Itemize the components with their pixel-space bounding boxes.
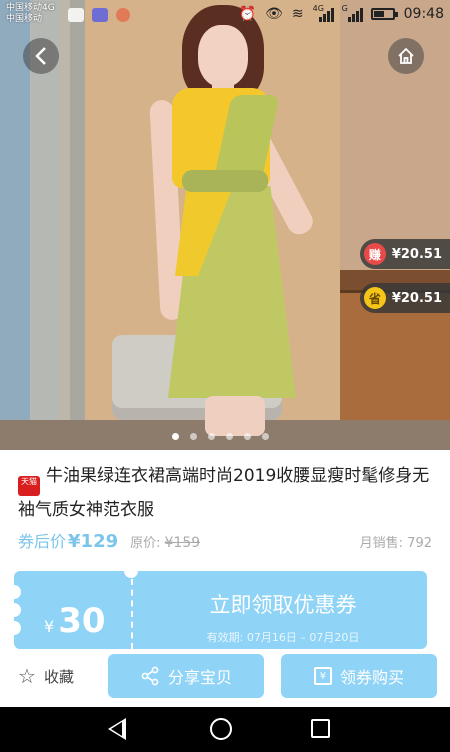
clock: 09:48 bbox=[403, 6, 444, 22]
app-notification-icon bbox=[92, 8, 108, 22]
back-button[interactable] bbox=[23, 38, 59, 74]
share-icon bbox=[141, 666, 159, 686]
eye-icon: 👁 bbox=[265, 6, 283, 22]
after-coupon-label: 券后价 bbox=[18, 532, 67, 551]
coupon-icon: ¥ bbox=[313, 667, 332, 685]
notification-icons bbox=[68, 8, 130, 22]
share-label: 分享宝贝 bbox=[167, 668, 232, 687]
coupon-divider bbox=[131, 579, 133, 649]
system-icons: ⏰ 👁 ≋ 4G G 09:48 bbox=[238, 4, 444, 22]
star-icon: ☆ bbox=[18, 664, 36, 688]
coupon-value: 30 bbox=[58, 601, 106, 641]
gallery-notification-icon bbox=[68, 8, 84, 22]
product-title: 天猫 牛油果绿连衣裙高端时尚2019收腰显瘦时髦修身无袖气质女神范衣服 bbox=[18, 462, 438, 524]
system-recents-icon[interactable] bbox=[311, 719, 330, 738]
tmall-logo-icon: 天猫 bbox=[18, 476, 40, 496]
original-price: ¥159 bbox=[164, 535, 201, 551]
coupon-notch bbox=[124, 571, 138, 578]
price-row: 券后价 ¥129 原价: ¥159 月销售: 792 bbox=[18, 528, 432, 554]
coupon-currency: ¥ bbox=[44, 617, 55, 636]
carrier-info: 中国移动4G 中国移动 bbox=[6, 3, 55, 25]
status-bar: 中国移动4G 中国移动 ⏰ 👁 ≋ 4G G 09:48 bbox=[0, 0, 450, 30]
alarm-icon: ⏰ bbox=[238, 6, 257, 22]
system-nav-bar bbox=[0, 707, 450, 752]
buy-label: 领券购买 bbox=[339, 668, 404, 687]
favorite-label: 收藏 bbox=[43, 667, 74, 686]
carrier-primary: 中国移动4G bbox=[6, 3, 55, 13]
monthly-sales: 月销售: 792 bbox=[359, 536, 432, 551]
battery-icon bbox=[370, 8, 398, 20]
coupon-notch bbox=[14, 621, 21, 635]
system-home-icon[interactable] bbox=[210, 718, 232, 740]
carousel-dot[interactable] bbox=[226, 433, 233, 440]
claim-coupon-button[interactable]: 立即领取优惠券 bbox=[149, 589, 417, 619]
coupon-amount: ¥ 30 bbox=[44, 601, 106, 641]
home-button[interactable] bbox=[388, 38, 424, 74]
favorite-button[interactable]: ☆ 收藏 bbox=[18, 664, 74, 688]
model-legs bbox=[205, 396, 265, 436]
after-coupon-price: ¥129 bbox=[68, 531, 119, 552]
signal-icon: 4G bbox=[312, 4, 334, 22]
earn-amount: ¥20.51 bbox=[391, 246, 442, 262]
earn-icon: 赚 bbox=[363, 243, 386, 265]
model-face bbox=[198, 25, 248, 87]
carousel-dot[interactable] bbox=[262, 433, 269, 440]
coupon-card[interactable]: ¥ 30 立即领取优惠券 有效期: 07月16日 – 07月20日 bbox=[14, 571, 427, 649]
network-type-label-2: G bbox=[341, 4, 348, 13]
earn-badge[interactable]: 赚 ¥20.51 bbox=[359, 239, 450, 269]
carousel-dot[interactable] bbox=[172, 433, 179, 440]
network-type-label: 4G bbox=[312, 4, 324, 13]
system-back-icon[interactable] bbox=[108, 718, 126, 740]
save-amount: ¥20.51 bbox=[391, 290, 442, 306]
share-button[interactable]: 分享宝贝 bbox=[108, 654, 264, 698]
coupon-notch bbox=[14, 585, 21, 599]
carousel-dot[interactable] bbox=[244, 433, 251, 440]
save-badge[interactable]: 省 ¥20.51 bbox=[359, 283, 450, 313]
signal-icon-2: G bbox=[341, 4, 363, 22]
wifi-icon: ≋ bbox=[291, 6, 304, 22]
chevron-left-icon bbox=[35, 47, 46, 65]
product-title-text: 牛油果绿连衣裙高端时尚2019收腰显瘦时髦修身无袖气质女神范衣服 bbox=[18, 466, 430, 520]
carousel-indicator[interactable] bbox=[172, 433, 269, 440]
alert-notification-icon bbox=[116, 8, 130, 22]
save-icon: 省 bbox=[363, 287, 386, 309]
carousel-dot[interactable] bbox=[208, 433, 215, 440]
home-icon bbox=[398, 47, 414, 64]
original-price-label: 原价: bbox=[130, 536, 161, 551]
model-figure bbox=[0, 0, 450, 450]
action-bar: ☆ 收藏 分享宝贝 ¥ 领券购买 bbox=[0, 652, 450, 704]
buy-with-coupon-button[interactable]: ¥ 领券购买 bbox=[281, 654, 437, 698]
coupon-validity: 有效期: 07月16日 – 07月20日 bbox=[206, 631, 360, 644]
carrier-secondary: 中国移动 bbox=[6, 14, 43, 24]
dress-belt bbox=[182, 170, 268, 192]
coupon-notch bbox=[14, 603, 21, 617]
product-image[interactable] bbox=[0, 0, 450, 450]
carousel-dot[interactable] bbox=[190, 433, 197, 440]
